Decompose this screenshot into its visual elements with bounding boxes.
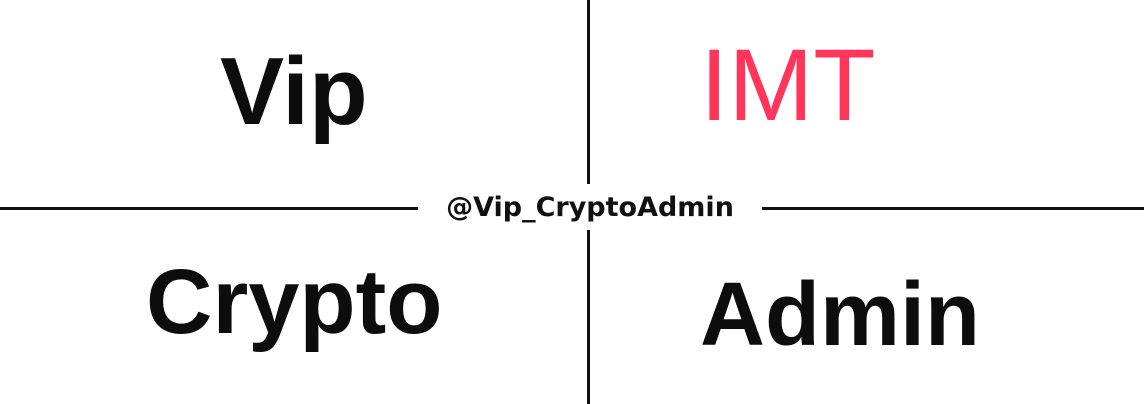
center-handle-label: @Vip_CryptoAdmin <box>418 184 762 230</box>
quadrant-top-left-label: Vip <box>220 38 368 145</box>
quadrant-top-right-label: IMT <box>700 28 876 142</box>
horizontal-divider-right <box>762 207 1144 210</box>
quadrant-bottom-right-label: Admin <box>700 265 980 365</box>
quadrant-canvas: Vip IMT Crypto Admin @Vip_CryptoAdmin <box>0 0 1144 404</box>
quadrant-bottom-left-label: Crypto <box>146 251 443 353</box>
horizontal-divider-left <box>0 207 418 210</box>
